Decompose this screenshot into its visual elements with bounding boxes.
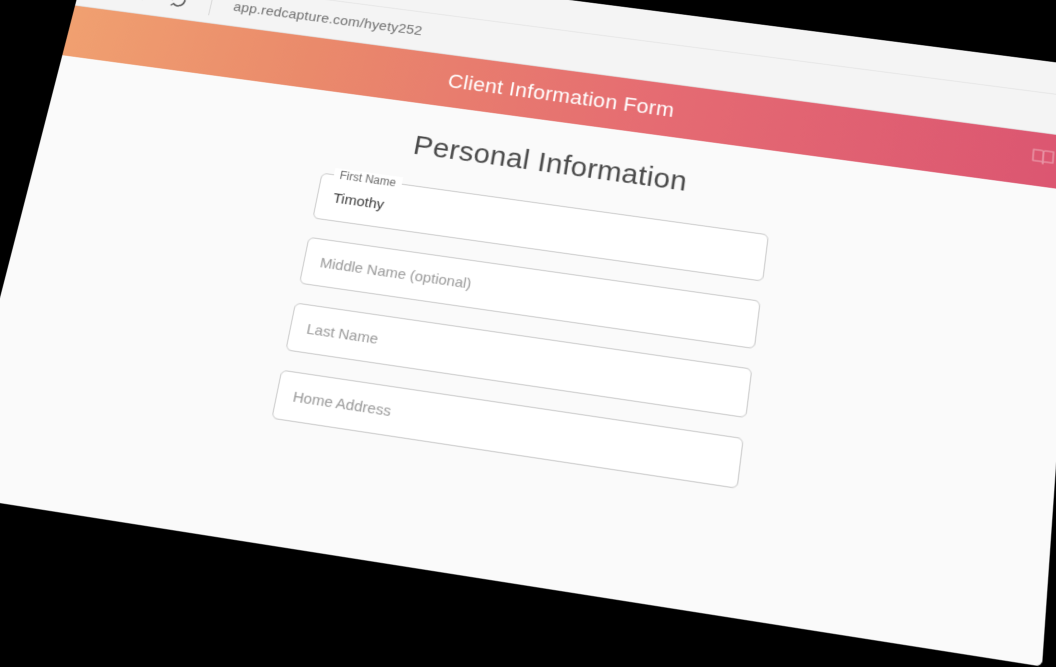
first-name-label: First Name bbox=[333, 168, 403, 190]
reload-icon bbox=[169, 0, 189, 8]
section-title: Personal Information bbox=[411, 130, 689, 198]
last-name-placeholder: Last Name bbox=[305, 320, 379, 347]
toolbar-divider bbox=[208, 0, 214, 14]
field-stack: First Name Timothy Middle Name (optional… bbox=[271, 172, 769, 488]
book-icon bbox=[1030, 146, 1056, 173]
browser-window: × + app.redcapture.com/hyety252 Client I… bbox=[0, 0, 1056, 666]
arrow-right-icon bbox=[132, 0, 152, 3]
reload-button[interactable] bbox=[167, 0, 191, 10]
forward-button[interactable] bbox=[130, 0, 155, 5]
middle-name-placeholder: Middle Name (optional) bbox=[319, 254, 473, 292]
home-address-placeholder: Home Address bbox=[291, 388, 392, 419]
first-name-value: Timothy bbox=[332, 189, 386, 212]
